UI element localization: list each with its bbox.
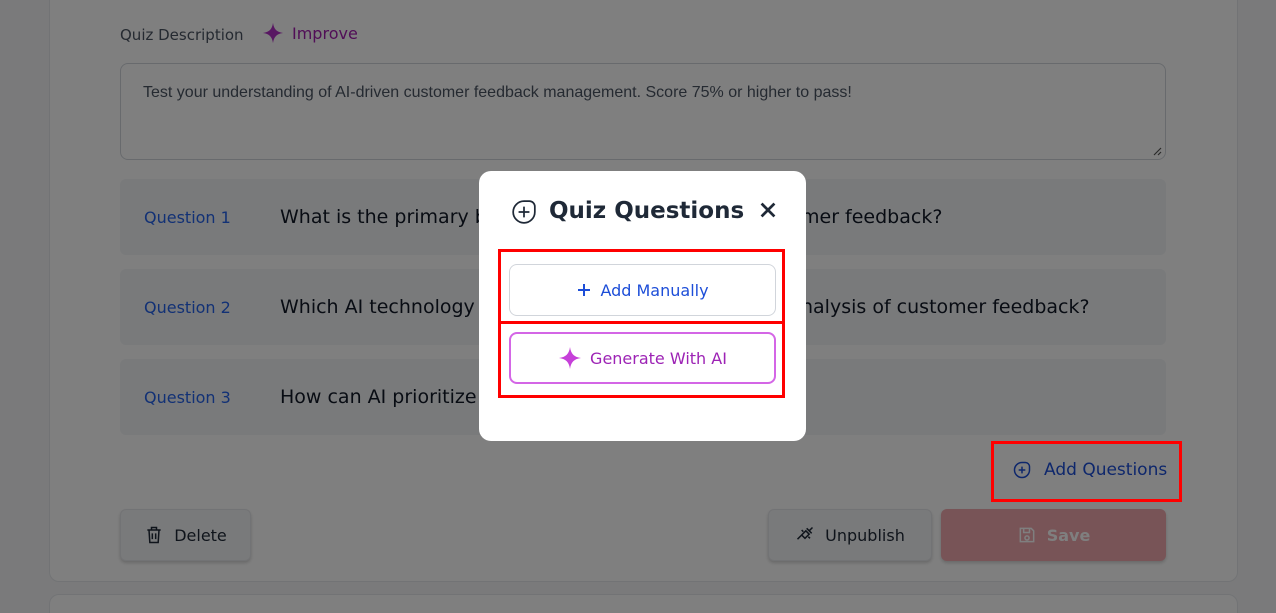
sparkle-icon bbox=[559, 347, 582, 369]
close-icon[interactable] bbox=[757, 199, 779, 221]
modal-title: Quiz Questions bbox=[549, 198, 745, 224]
quiz-questions-modal: Quiz Questions Add Manually Generate Wit… bbox=[479, 171, 806, 441]
add-manually-label: Add Manually bbox=[600, 280, 709, 300]
generate-with-ai-button[interactable]: Generate With AI bbox=[509, 332, 776, 384]
generate-with-ai-label: Generate With AI bbox=[590, 348, 727, 368]
plus-icon bbox=[578, 284, 591, 296]
add-manually-button[interactable]: Add Manually bbox=[509, 264, 776, 316]
plus-square-icon bbox=[512, 200, 536, 224]
